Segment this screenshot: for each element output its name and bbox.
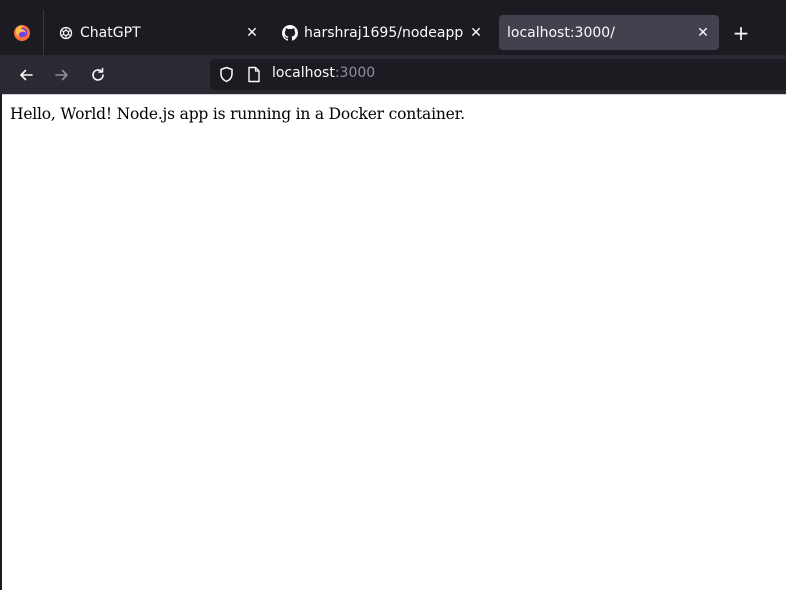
url-port: :3000: [334, 65, 376, 81]
tab-label: ChatGPT: [80, 24, 141, 41]
forward-arrow-icon: [55, 69, 68, 81]
url-host: localhost: [272, 65, 335, 81]
firefox-menu-button[interactable]: [0, 10, 44, 55]
reload-icon: [92, 67, 104, 81]
page-info-icon[interactable]: [247, 66, 261, 83]
tab-label: harshraj1695/nodeapp: [304, 24, 464, 41]
reload-button[interactable]: [84, 61, 112, 89]
forward-button[interactable]: [48, 61, 76, 89]
tracking-protection-shield-icon[interactable]: [218, 66, 235, 83]
tab-strip: ChatGPT ✕ harshraj1695/nodeapp ✕ localho…: [0, 10, 786, 55]
navigation-toolbar: localhost:3000: [0, 55, 786, 94]
address-bar[interactable]: localhost:3000: [210, 59, 786, 90]
back-button[interactable]: [12, 61, 40, 89]
tab-chatgpt[interactable]: ChatGPT ✕: [50, 15, 268, 50]
tab-nodeapp-github[interactable]: harshraj1695/nodeapp ✕: [274, 15, 492, 50]
close-tab-icon[interactable]: ✕: [466, 23, 486, 43]
new-tab-button[interactable]: +: [727, 19, 755, 47]
tab-label: localhost:3000/: [507, 24, 615, 41]
window-top-strip: [0, 0, 786, 10]
tab-localhost[interactable]: localhost:3000/ ✕: [499, 15, 719, 50]
chatgpt-icon: [58, 25, 74, 41]
github-icon: [282, 24, 298, 41]
close-tab-icon[interactable]: ✕: [693, 23, 713, 43]
close-tab-icon[interactable]: ✕: [242, 23, 262, 43]
url-text[interactable]: localhost:3000: [272, 65, 375, 81]
back-arrow-icon: [20, 69, 33, 81]
firefox-icon: [13, 24, 30, 41]
page-content: Hello, World! Node.js app is running in …: [2, 94, 786, 590]
page-message: Hello, World! Node.js app is running in …: [10, 105, 465, 123]
